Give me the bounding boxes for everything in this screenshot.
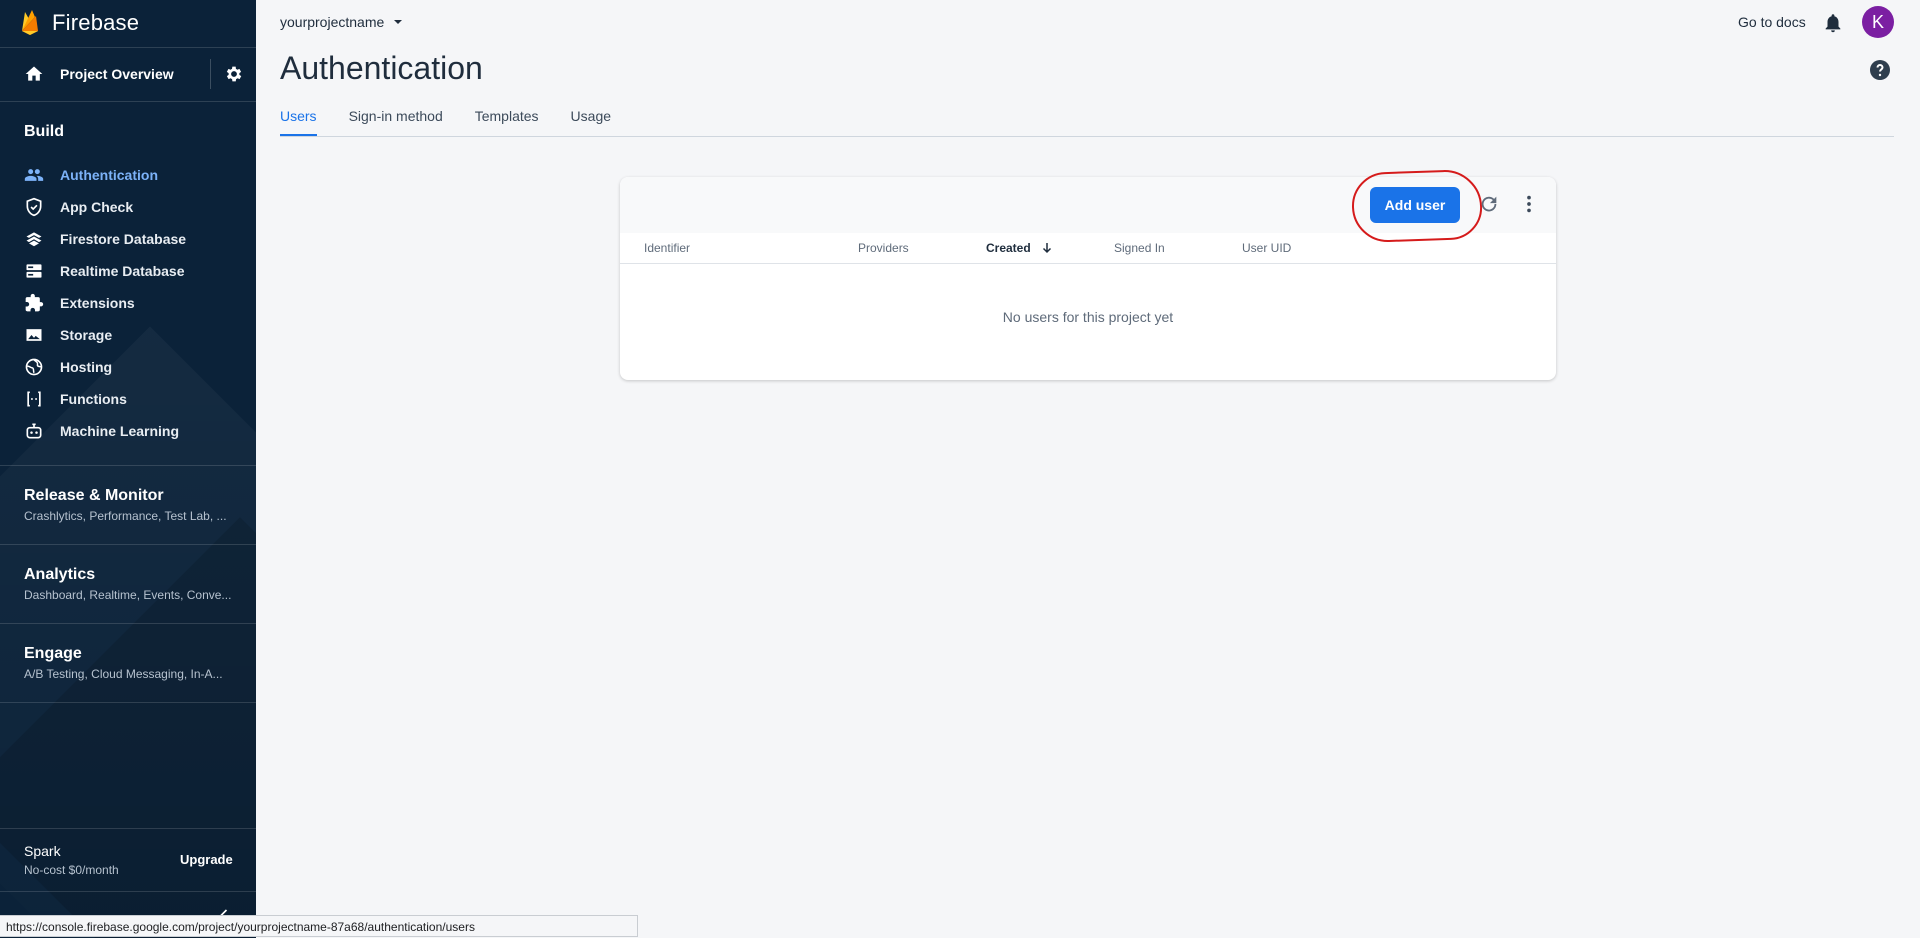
divider <box>210 59 211 89</box>
column-header-label: Created <box>986 241 1031 255</box>
functions-icon <box>24 389 44 409</box>
brand-name: Firebase <box>52 10 140 35</box>
add-user-button[interactable]: Add user <box>1370 187 1460 223</box>
column-header-signed-in[interactable]: Signed In <box>1114 233 1165 263</box>
project-switcher[interactable]: yourprojectname <box>280 14 404 30</box>
tab-sign-in-method[interactable]: Sign-in method <box>349 96 443 136</box>
engage-section[interactable]: Engage <box>24 645 82 663</box>
firebase-logo-icon <box>22 10 38 35</box>
sidebar-item-label: Realtime Database <box>60 263 185 279</box>
divider <box>0 623 256 624</box>
browser-status-bar: https://console.firebase.google.com/proj… <box>0 915 638 937</box>
sidebar: Firebase Project Overview Build Authenti… <box>0 0 256 938</box>
image-icon <box>24 325 44 345</box>
engage-subtitle: A/B Testing, Cloud Messaging, In-A... <box>24 667 223 681</box>
release-monitor-section[interactable]: Release & Monitor <box>24 487 164 505</box>
more-vert-icon[interactable] <box>1518 193 1540 215</box>
divider <box>0 828 256 829</box>
divider <box>0 702 256 703</box>
release-monitor-subtitle: Crashlytics, Performance, Test Lab, ... <box>24 509 227 523</box>
project-name: yourprojectname <box>280 14 385 30</box>
tab-bar: Users Sign-in method Templates Usage <box>280 96 643 136</box>
divider <box>0 544 256 545</box>
shield-check-icon <box>24 197 44 217</box>
sidebar-item-extensions[interactable]: Extensions <box>0 287 256 319</box>
project-overview-link[interactable]: Project Overview <box>0 55 256 93</box>
project-overview-label: Project Overview <box>60 66 174 82</box>
go-to-docs-link[interactable]: Go to docs <box>1738 14 1806 30</box>
sidebar-item-label: Firestore Database <box>60 231 187 247</box>
gear-icon[interactable] <box>224 64 244 84</box>
build-section-title: Build <box>24 123 64 140</box>
column-header-providers[interactable]: Providers <box>858 233 909 263</box>
empty-state-message: No users for this project yet <box>1002 309 1174 325</box>
help-icon[interactable] <box>1868 58 1892 82</box>
column-header-user-uid[interactable]: User UID <box>1242 233 1291 263</box>
tab-usage[interactable]: Usage <box>571 96 611 136</box>
plan-name: Spark <box>24 843 61 859</box>
tab-templates[interactable]: Templates <box>475 96 539 136</box>
divider <box>0 465 256 466</box>
database-icon <box>24 261 44 281</box>
sidebar-item-app-check[interactable]: App Check <box>0 191 256 223</box>
sidebar-item-machine-learning[interactable]: Machine Learning <box>0 415 256 447</box>
sidebar-item-functions[interactable]: Functions <box>0 383 256 415</box>
sidebar-item-authentication[interactable]: Authentication <box>0 159 256 191</box>
sidebar-item-realtime-database[interactable]: Realtime Database <box>0 255 256 287</box>
analytics-subtitle: Dashboard, Realtime, Events, Conve... <box>24 588 232 602</box>
sidebar-item-label: App Check <box>60 199 134 215</box>
sidebar-item-label: Extensions <box>60 295 135 311</box>
page-title: Authentication <box>280 50 483 86</box>
tabs-divider <box>280 136 1894 137</box>
divider <box>0 101 256 102</box>
refresh-icon[interactable] <box>1478 193 1500 215</box>
extensions-icon <box>24 293 44 313</box>
analytics-section[interactable]: Analytics <box>24 566 95 584</box>
home-icon <box>25 66 43 81</box>
robot-icon <box>24 421 44 441</box>
divider <box>0 47 256 48</box>
firestore-icon <box>24 229 44 249</box>
caret-down-icon <box>394 20 403 24</box>
upgrade-button[interactable]: Upgrade <box>180 852 233 867</box>
plan-subtitle: No-cost $0/month <box>24 863 119 877</box>
sidebar-item-storage[interactable]: Storage <box>0 319 256 351</box>
sidebar-item-label: Authentication <box>60 167 158 183</box>
arrow-down-icon <box>1042 243 1051 254</box>
column-header-identifier[interactable]: Identifier <box>644 233 690 263</box>
divider <box>0 891 256 892</box>
people-icon <box>24 165 44 185</box>
sidebar-item-label: Functions <box>60 391 127 407</box>
users-table-card: Add user Identifier Providers Created Si… <box>620 168 1556 380</box>
table-header-divider <box>620 263 1556 264</box>
sidebar-item-label: Storage <box>60 327 113 343</box>
firebase-brand[interactable]: Firebase <box>20 8 139 38</box>
sidebar-item-firestore-database[interactable]: Firestore Database <box>0 223 256 255</box>
tab-users[interactable]: Users <box>280 96 317 136</box>
avatar[interactable]: K <box>1862 6 1894 38</box>
sidebar-item-hosting[interactable]: Hosting <box>0 351 256 383</box>
bell-icon[interactable] <box>1822 12 1844 34</box>
sidebar-item-label: Machine Learning <box>60 423 180 439</box>
column-header-created[interactable]: Created <box>986 233 1053 263</box>
sidebar-item-label: Hosting <box>60 359 113 375</box>
globe-icon <box>24 357 44 377</box>
